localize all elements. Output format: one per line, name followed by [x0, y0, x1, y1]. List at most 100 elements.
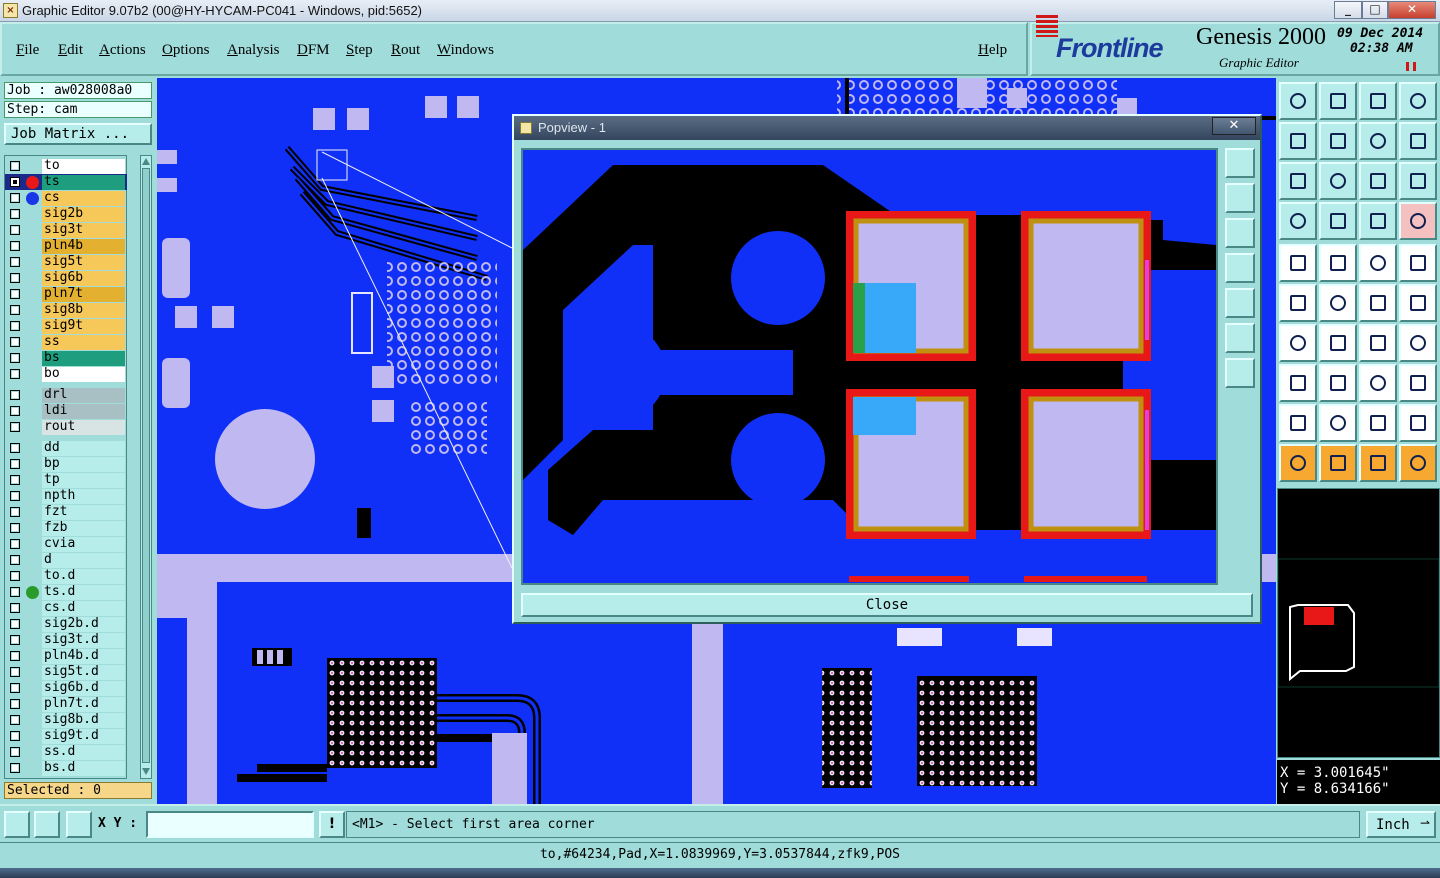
layer-checkbox[interactable]	[10, 422, 20, 432]
layer-name[interactable]: sig5t.d✎	[42, 665, 125, 680]
layer-color-dot[interactable]	[26, 405, 39, 418]
home-view-icon[interactable]	[1279, 82, 1317, 120]
pointer-icon[interactable]	[1279, 444, 1317, 482]
layer-row[interactable]: ss.d✎	[5, 744, 127, 760]
pointer-box-icon[interactable]	[1319, 444, 1357, 482]
layer-row[interactable]: bs✎	[5, 350, 127, 366]
layer-row[interactable]: sig8b.d✎	[5, 712, 127, 728]
layer-color-dot[interactable]	[26, 538, 39, 551]
layer-checkbox[interactable]	[10, 603, 20, 613]
layer-color-dot[interactable]	[26, 160, 39, 173]
layer-checkbox[interactable]	[10, 225, 20, 235]
layer-row[interactable]: bp	[5, 456, 127, 472]
pan-left-icon[interactable]	[1279, 122, 1317, 160]
layer-name[interactable]: sig8b✎	[42, 303, 125, 318]
layer-row[interactable]: sig9t✎	[5, 318, 127, 334]
scroll-down-icon[interactable]	[142, 768, 150, 776]
layer-name[interactable]: ldi	[42, 404, 125, 419]
layer-checkbox[interactable]	[10, 443, 20, 453]
layer-color-dot[interactable]	[26, 458, 39, 471]
xy-input[interactable]	[146, 811, 314, 838]
mirror-icon[interactable]	[1359, 122, 1397, 160]
layer-name[interactable]: fzt	[42, 505, 125, 520]
layer-name[interactable]: pln7t.d✎	[42, 697, 125, 712]
triangle-a-icon[interactable]	[1279, 404, 1317, 442]
layer-color-dot[interactable]	[26, 746, 39, 759]
menu-dfm[interactable]: DFM	[297, 42, 330, 59]
layer-name[interactable]: pln4b✎	[42, 239, 125, 254]
layer-checkbox[interactable]	[10, 353, 20, 363]
layer-row[interactable]: sig5t.d✎	[5, 664, 127, 680]
minimize-button[interactable]: _	[1334, 1, 1362, 19]
layer-checkbox[interactable]	[10, 683, 20, 693]
layer-color-dot[interactable]	[26, 224, 39, 237]
measure-tool-icon[interactable]	[34, 811, 60, 838]
layer-row[interactable]: cvia	[5, 536, 127, 552]
layer-name[interactable]: npth	[42, 489, 125, 504]
layer-checkbox[interactable]	[10, 667, 20, 677]
layer-name[interactable]: to.d✎	[42, 569, 125, 584]
layer-row[interactable]: ss✎	[5, 334, 127, 350]
layer-name[interactable]: cs✎	[42, 191, 125, 206]
layer-name[interactable]: bs.d✎	[42, 761, 125, 776]
popview-title-bar[interactable]: Popview - 1 ✕	[514, 116, 1260, 140]
pointer-circle-icon[interactable]	[1359, 444, 1397, 482]
layer-row[interactable]: sig9t.d✎	[5, 728, 127, 744]
layer-checkbox[interactable]	[10, 305, 20, 315]
popview-pan-left-icon[interactable]	[1225, 253, 1255, 283]
layer-row[interactable]: pln4b✎	[5, 238, 127, 254]
layer-color-dot[interactable]	[26, 176, 39, 189]
layer-checkbox[interactable]	[10, 241, 20, 251]
close-window-button[interactable]: ✕	[1388, 1, 1436, 19]
layer-name[interactable]: sig9t.d✎	[42, 729, 125, 744]
layer-checkbox[interactable]	[10, 475, 20, 485]
layer-color-dot[interactable]	[26, 240, 39, 253]
arc-b-icon[interactable]	[1399, 404, 1437, 442]
line-add-icon[interactable]	[1359, 284, 1397, 322]
layer-checkbox[interactable]	[10, 523, 20, 533]
node-connect-icon[interactable]	[1279, 284, 1317, 322]
layer-color-dot[interactable]	[26, 368, 39, 381]
layer-row[interactable]: drl	[5, 387, 127, 403]
layer-row[interactable]: rout	[5, 419, 127, 435]
layer-color-dot[interactable]	[26, 682, 39, 695]
layer-row[interactable]: bs.d✎	[5, 760, 127, 776]
layer-color-dot[interactable]	[26, 336, 39, 349]
snap-tool-icon[interactable]	[4, 811, 30, 838]
layer-row[interactable]: ldi	[5, 403, 127, 419]
layer-name[interactable]: dd✎	[42, 441, 125, 456]
measure-box-icon[interactable]	[1359, 364, 1397, 402]
maximize-button[interactable]: □	[1362, 1, 1388, 19]
layer-color-dot[interactable]	[26, 554, 39, 567]
layer-name[interactable]: drl	[42, 388, 125, 403]
layer-color-dot[interactable]	[26, 352, 39, 365]
pause-icon[interactable]	[1406, 62, 1416, 71]
layer-name[interactable]: ts.d✎	[42, 585, 125, 600]
scroll-up-icon[interactable]	[142, 157, 150, 165]
layer-row[interactable]: sig3t✎	[5, 222, 127, 238]
layer-checkbox[interactable]	[10, 369, 20, 379]
layer-name[interactable]: sig3t✎	[42, 223, 125, 238]
layer-color-dot[interactable]	[26, 506, 39, 519]
layer-color-dot[interactable]	[26, 389, 39, 402]
layer-name[interactable]: sig3t.d✎	[42, 633, 125, 648]
layer-name[interactable]: ts✎	[42, 175, 125, 190]
snap-on-icon[interactable]	[1359, 202, 1397, 240]
layer-color-dot[interactable]	[26, 304, 39, 317]
undo-arc-icon[interactable]	[1359, 324, 1397, 362]
shape-edit-icon[interactable]	[1399, 364, 1437, 402]
layer-checkbox[interactable]	[10, 635, 20, 645]
menu-step[interactable]: Step	[346, 42, 373, 59]
menu-file[interactable]: File	[16, 42, 39, 59]
layer-row[interactable]: d	[5, 552, 127, 568]
help-query-icon[interactable]	[1399, 162, 1437, 200]
menu-options[interactable]: Options	[162, 42, 210, 59]
layer-checkbox[interactable]	[10, 763, 20, 773]
snap-off-icon[interactable]	[1399, 202, 1437, 240]
layer-color-dot[interactable]	[26, 474, 39, 487]
layer-scrollbar[interactable]	[140, 155, 152, 779]
popview-zoom-in-icon[interactable]	[1225, 323, 1255, 353]
layer-checkbox[interactable]	[10, 406, 20, 416]
triangle-b-icon[interactable]	[1319, 404, 1357, 442]
one-to-one-icon[interactable]	[1359, 162, 1397, 200]
